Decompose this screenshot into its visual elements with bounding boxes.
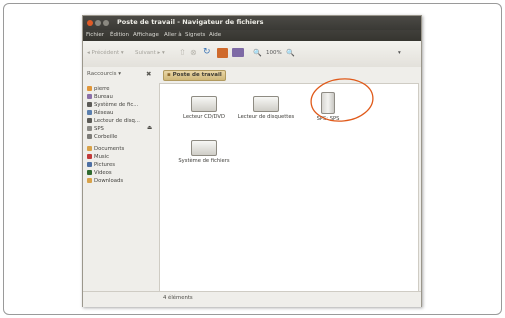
location-bar: Raccourcis ▾ ✖ ▪ Poste de travail — [83, 67, 421, 83]
close-button[interactable] — [87, 20, 93, 26]
menu-bar: Fichier Édition Affichage Aller à Signet… — [83, 30, 421, 41]
sidebar-item-sps[interactable]: SPS — [87, 125, 104, 133]
status-text: 4 éléments — [163, 295, 193, 301]
reload-icon[interactable]: ↻ — [203, 47, 211, 57]
home-icon[interactable] — [217, 48, 228, 58]
file-view: Lecteur CD/DVD Lecteur de disquettes SPS… — [159, 83, 419, 293]
sidebar-item-label: SPS — [94, 126, 104, 132]
usb-drive-icon — [321, 92, 335, 114]
device-label: Lecteur CD/DVD — [183, 114, 225, 120]
sidebar-item-label: Videos — [94, 170, 112, 176]
home-icon — [87, 86, 92, 91]
sidebar-item-label: Pictures — [94, 162, 115, 168]
filesystem-icon — [191, 140, 217, 156]
minimize-button[interactable] — [95, 20, 101, 26]
forward-label: Suivant — [135, 50, 156, 56]
back-label: Précédent — [91, 50, 120, 56]
zoom-out-icon[interactable]: 🔍 — [253, 49, 262, 57]
zoom-in-icon[interactable]: 🔍 — [286, 49, 295, 57]
menu-bookmarks[interactable]: Signets — [185, 32, 205, 38]
file-manager-window: Poste de travail - Navigateur de fichier… — [82, 15, 422, 307]
device-label: Système de fichiers — [178, 158, 230, 164]
device-label: SPS: SPS — [316, 116, 340, 122]
zoom-level: 100% — [266, 50, 282, 56]
menu-file[interactable]: Fichier — [86, 32, 104, 38]
sidebar-item-label: Système de fic... — [94, 102, 139, 108]
folder-documents-icon — [87, 146, 92, 151]
title-bar: Poste de travail - Navigateur de fichier… — [83, 16, 421, 30]
stop-icon[interactable]: ⊗ — [190, 48, 197, 57]
menu-go[interactable]: Aller à — [164, 32, 182, 38]
sidebar-item-label: Music — [94, 154, 110, 160]
menu-edit[interactable]: Édition — [110, 32, 129, 38]
window-title: Poste de travail - Navigateur de fichier… — [117, 18, 264, 26]
back-button[interactable]: ◂ Précédent ▾ — [87, 50, 124, 56]
sidebar-item-documents[interactable]: Documents — [87, 145, 124, 153]
sidebar-item-bureau[interactable]: Bureau — [87, 93, 113, 101]
device-label: Lecteur de disquettes — [237, 114, 295, 120]
folder-pictures-icon — [87, 162, 92, 167]
sidebar-item-label: Documents — [94, 146, 125, 152]
menu-help[interactable]: Aide — [209, 32, 221, 38]
device-filesystem[interactable]: Système de fichiers — [174, 140, 234, 165]
sidebar-item-trash[interactable]: Corbeille — [87, 133, 117, 141]
device-floppy-drive[interactable]: Lecteur de disquettes — [236, 96, 296, 121]
breadcrumb-icon: ▪ — [167, 72, 171, 78]
floppy-drive-icon — [253, 96, 279, 112]
toolbar-overflow-icon[interactable]: ▾ — [398, 50, 401, 56]
device-sps[interactable]: SPS: SPS — [298, 92, 358, 123]
filesystem-icon — [87, 102, 92, 107]
trash-icon — [87, 134, 92, 139]
sidebar-item-label: Lecteur de disq... — [94, 118, 140, 124]
toolbar: ◂ Précédent ▾ Suivant ▸ ▾ ⇧ ⊗ ↻ 🔍 100% 🔍… — [83, 41, 421, 68]
sidebar-item-label: Corbeille — [94, 134, 118, 140]
folder-downloads-icon — [87, 178, 92, 183]
folder-music-icon — [87, 154, 92, 159]
sidebar-item-pictures[interactable]: Pictures — [87, 161, 115, 169]
status-bar: 4 éléments — [83, 291, 421, 307]
sidebar-item-music[interactable]: Music — [87, 153, 109, 161]
sidebar-item-pierre[interactable]: pierre — [87, 85, 110, 93]
close-sidebar-icon[interactable]: ✖ — [146, 70, 151, 78]
device-cd-drive[interactable]: Lecteur CD/DVD — [174, 96, 234, 121]
cd-drive-icon — [191, 96, 217, 112]
sidebar: pierre Bureau Système de fic... Réseau L… — [83, 83, 157, 291]
floppy-drive-icon — [87, 118, 92, 123]
sidebar-item-label: Réseau — [94, 110, 114, 116]
sidebar-item-videos[interactable]: Videos — [87, 169, 112, 177]
sidebar-item-label: Downloads — [94, 178, 124, 184]
sidebar-selector[interactable]: Raccourcis ▾ — [87, 71, 121, 77]
sidebar-selector-label: Raccourcis — [87, 71, 117, 77]
computer-icon[interactable] — [232, 48, 244, 57]
folder-videos-icon — [87, 170, 92, 175]
forward-button[interactable]: Suivant ▸ ▾ — [135, 50, 165, 56]
network-icon — [87, 110, 92, 115]
eject-icon[interactable]: ⏏ — [147, 125, 152, 131]
usb-icon — [87, 126, 92, 131]
sidebar-item-floppy[interactable]: Lecteur de disq... — [87, 117, 140, 125]
sidebar-item-network[interactable]: Réseau — [87, 109, 113, 117]
desktop-icon — [87, 94, 92, 99]
breadcrumb-label: Poste de travail — [172, 72, 222, 78]
breadcrumb[interactable]: ▪ Poste de travail — [163, 70, 226, 81]
sidebar-item-label: pierre — [94, 86, 110, 92]
maximize-button[interactable] — [103, 20, 109, 26]
up-icon[interactable]: ⇧ — [179, 48, 186, 57]
menu-view[interactable]: Affichage — [133, 32, 159, 38]
sidebar-item-downloads[interactable]: Downloads — [87, 177, 123, 185]
sidebar-item-filesystem[interactable]: Système de fic... — [87, 101, 138, 109]
sidebar-item-label: Bureau — [94, 94, 113, 100]
